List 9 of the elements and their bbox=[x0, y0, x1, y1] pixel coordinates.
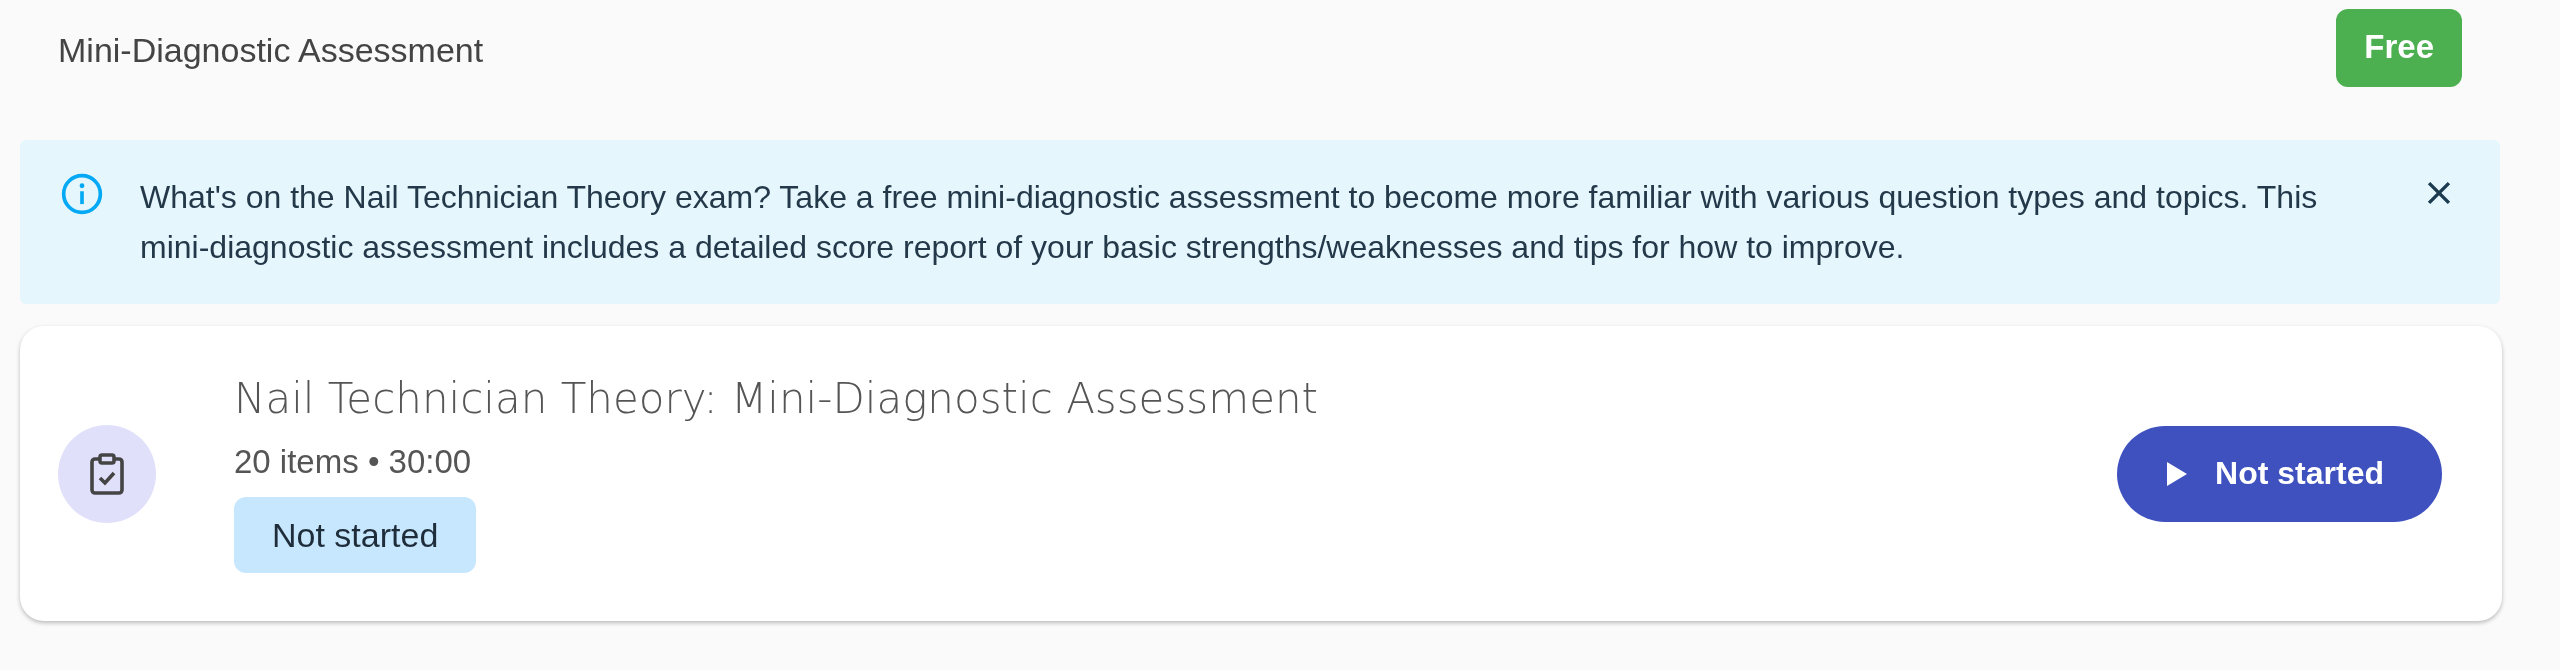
alert-message: What's on the Nail Technician Theory exam? Take a free mini-diagnostic assessment to become more familiar with various question types and topics. This mini-diagnostic assessment includes a detailed score report of your basic strengths/weaknesses and tips for how to improve. bbox=[140, 178, 2319, 267]
status-badge: Not started bbox=[234, 497, 477, 573]
start-button[interactable]: Not started bbox=[2117, 425, 2442, 522]
info-icon bbox=[60, 172, 104, 216]
free-badge: Free bbox=[2336, 9, 2462, 87]
assessment-meta: 20 items • 30:00 bbox=[234, 443, 472, 481]
play-icon bbox=[2167, 461, 2188, 486]
section-title: Mini-Diagnostic Assessment bbox=[58, 30, 484, 70]
assessment-title: Nail Technician Theory: Mini-Diagnostic Assessment bbox=[234, 374, 1319, 423]
